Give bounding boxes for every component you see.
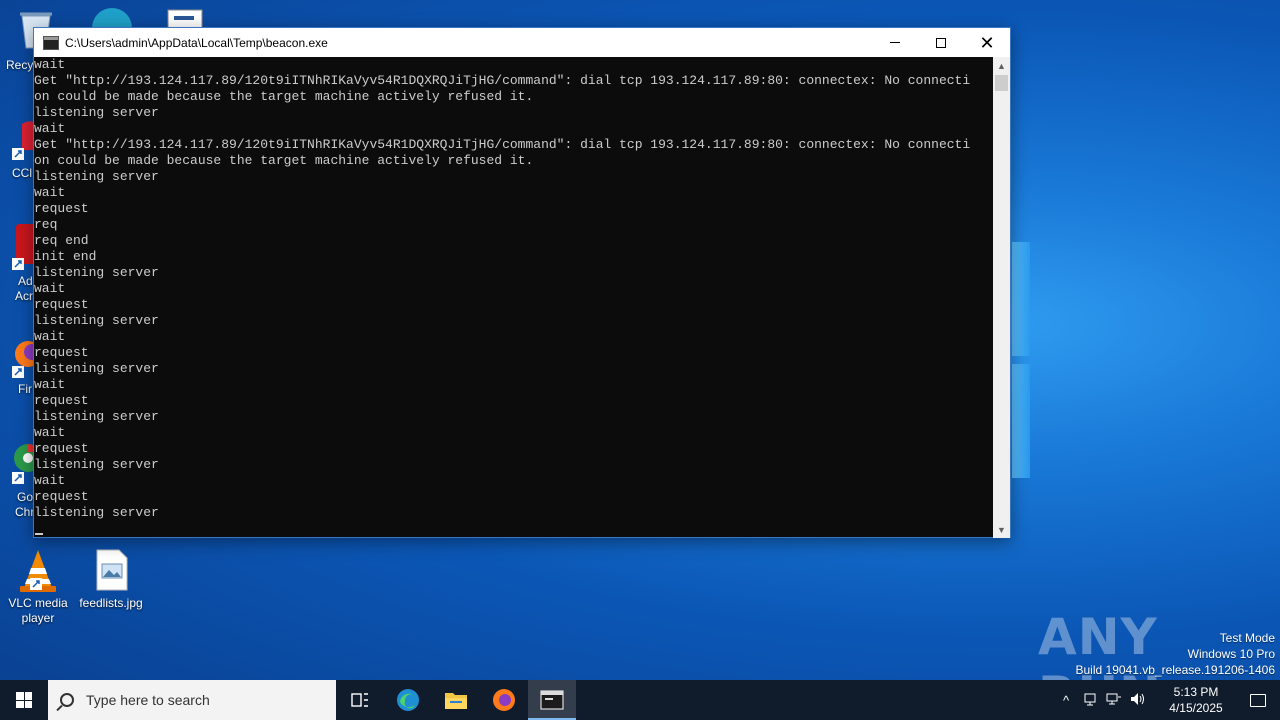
console-output[interactable]: wait Get "http://193.124.117.89/120t9iITN… [34,57,995,538]
edge-icon [397,689,419,711]
console-icon [540,690,564,710]
scroll-up-arrow-icon[interactable]: ▲ [993,57,1010,74]
build-label: Build 19041.vb_release.191206-1406 [1075,663,1276,677]
console-line: request [34,441,89,456]
console-line: listening server [34,169,159,184]
edge-icon [92,8,132,28]
network-icon[interactable] [1102,692,1126,709]
image-file-icon [89,548,133,592]
scrollbar-thumb[interactable] [995,75,1008,91]
console-line: Get "http://193.124.117.89/120t9iITNhRIK… [34,73,971,88]
clock-date: 4/15/2025 [1169,701,1223,715]
desktop-icon-label: Recy [6,58,34,72]
console-line: init end [34,249,97,264]
console-line: wait [34,57,66,72]
windows-start-icon [16,692,32,708]
console-line: wait [34,185,66,200]
console-line: on could be made because the target mach… [34,89,534,104]
text-cursor [35,533,43,535]
desktop-icon-label: Acr [15,289,33,303]
firefox-icon [493,689,515,711]
desktop-icon-vlc[interactable]: VLC media player [0,548,76,626]
maximize-button[interactable] [918,28,964,57]
console-line: wait [34,281,66,296]
close-button[interactable]: ✕ [964,28,1010,57]
console-line: listening server [34,505,159,520]
console-line: wait [34,473,66,488]
minimize-icon [890,42,900,43]
search-placeholder: Type here to search [86,692,210,708]
console-line: request [34,345,89,360]
desktop-icon-feedlists[interactable]: feedlists.jpg [73,548,149,611]
desktop-icon-edge[interactable] [88,6,136,28]
console-line: req [34,217,58,232]
console-line: listening server [34,105,159,120]
scroll-down-arrow-icon[interactable]: ▼ [993,521,1010,538]
volume-icon[interactable] [1126,692,1150,709]
clock-time: 5:13 PM [1173,685,1219,699]
title-bar[interactable]: C:\Users\admin\AppData\Local\Temp\beacon… [34,28,1010,57]
document-icon [167,9,203,29]
close-icon: ✕ [979,32,995,53]
notification-center-button[interactable] [1236,680,1280,720]
test-mode-notice: Test Mode Windows 10 Pro Build 19041.vb_… [1076,630,1276,678]
task-view-button[interactable] [336,680,384,720]
desktop-icon-label: feedlists.jpg [79,596,143,610]
taskbar-file-explorer[interactable] [432,680,480,720]
test-mode-label: Test Mode [1219,631,1275,645]
chevron-up-icon[interactable]: ^ [1054,693,1078,708]
desktop-icon-label: Go [17,490,34,504]
taskbar-clock[interactable]: 5:13 PM 4/15/2025 [1156,684,1236,716]
console-line: wait [34,121,66,136]
desktop-icon-label: Fir [18,382,32,396]
console-line: wait [34,425,66,440]
taskbar-firefox[interactable] [480,680,528,720]
window-title: C:\Users\admin\AppData\Local\Temp\beacon… [65,35,328,50]
console-line: request [34,489,89,504]
console-line: listening server [34,409,159,424]
minimize-button[interactable] [872,28,918,57]
console-line: listening server [34,313,159,328]
console-line: Get "http://193.124.117.89/120t9iITNhRIK… [34,137,971,152]
console-line: request [34,201,89,216]
system-tray: ^ 5:13 PM 4/15/2025 [1054,680,1280,720]
console-line: listening server [34,457,159,472]
console-line: wait [34,377,66,392]
windows-logo-wallpaper [1012,240,1030,480]
vlc-icon [16,548,60,592]
desktop-icon-label: Chr [15,505,35,519]
task-view-icon [351,693,368,707]
network-adapter-icon[interactable] [1078,692,1102,709]
console-line: listening server [34,265,159,280]
console-app-icon [43,35,59,50]
console-line: req end [34,233,89,248]
maximize-icon [936,37,946,48]
notification-icon [1250,693,1266,707]
desktop-icon-label: Ad [18,274,33,288]
windows-edition-label: Windows 10 Pro [1187,647,1275,661]
console-line: wait [34,329,66,344]
console-text: wait Get "http://193.124.117.89/120t9iITN… [34,57,995,521]
folder-icon [445,693,467,709]
desktop-icon-label: VLC media player [8,596,68,625]
search-box[interactable]: Type here to search [48,680,336,720]
console-window[interactable]: C:\Users\admin\AppData\Local\Temp\beacon… [33,27,1011,538]
search-icon [60,693,74,707]
console-line: on could be made because the target mach… [34,153,534,168]
taskbar-console[interactable] [528,680,576,720]
taskbar-edge[interactable] [384,680,432,720]
taskbar: Type here to search ^ 5:13 PM 4/15/2025 [0,680,1280,720]
desktop-icon-document[interactable] [166,8,206,29]
console-line: listening server [34,361,159,376]
console-line: request [34,393,89,408]
desktop-icon-label: CCl [12,166,32,180]
console-line: request [34,297,89,312]
vertical-scrollbar[interactable]: ▲ ▼ [993,57,1010,538]
start-button[interactable] [0,680,48,720]
